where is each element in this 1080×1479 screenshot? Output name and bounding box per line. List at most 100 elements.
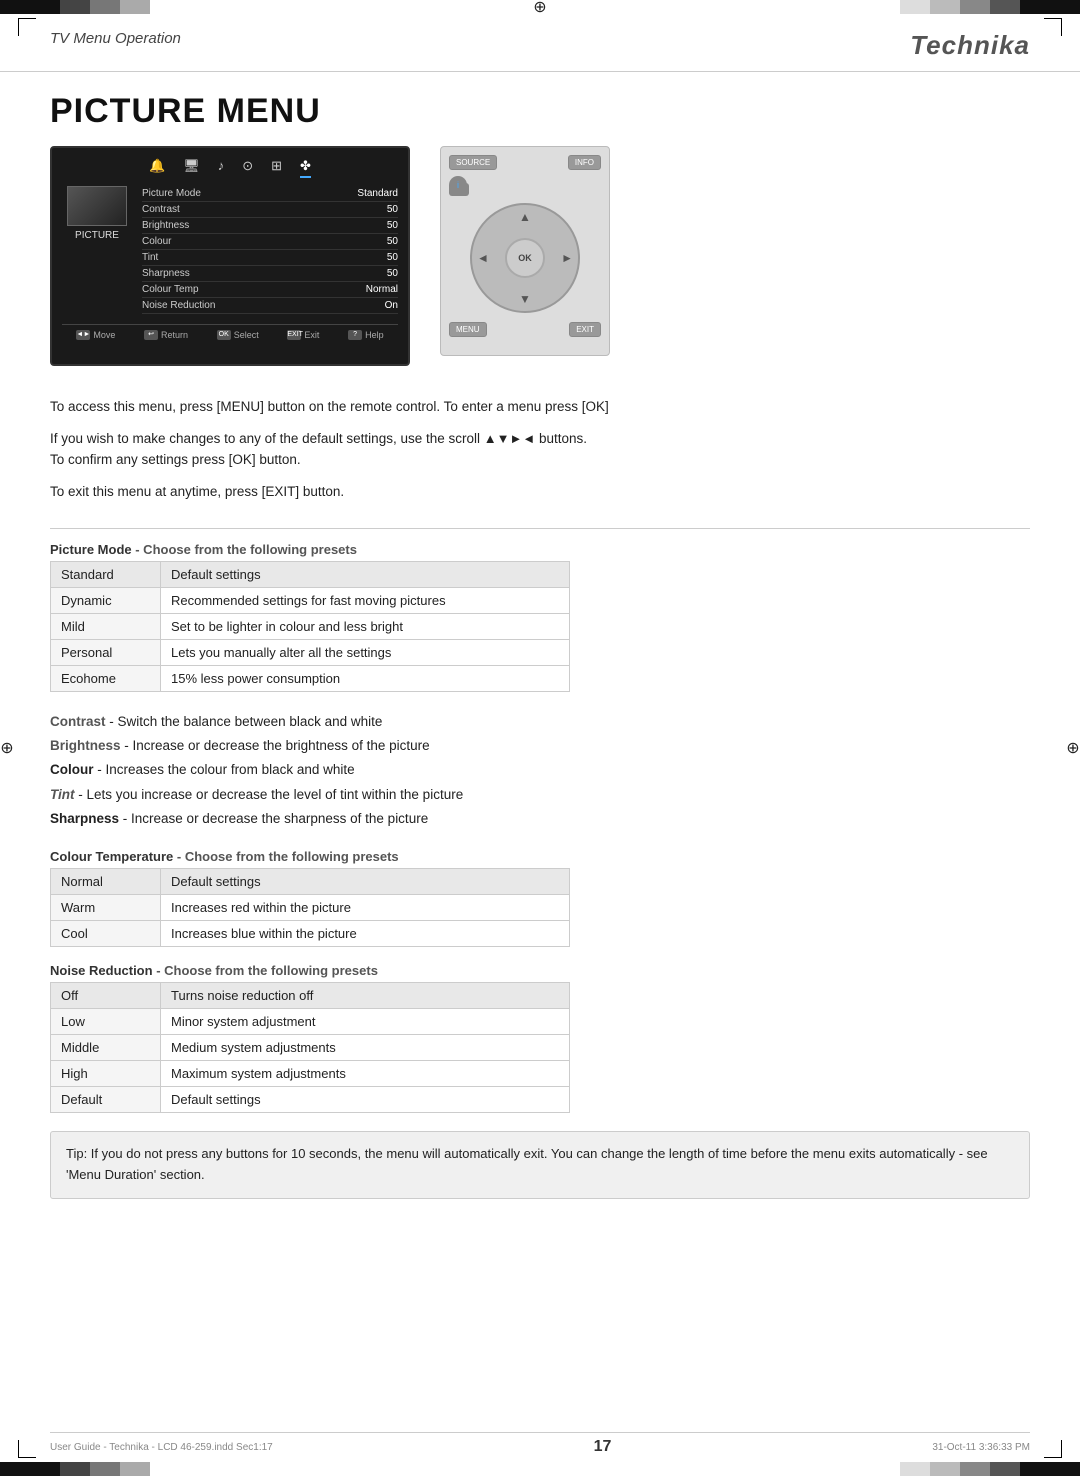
table-cell-key: Middle <box>51 1035 161 1061</box>
table-cell-value: Minor system adjustment <box>161 1009 570 1035</box>
colour-temp-header: Colour Temperature - Choose from the fol… <box>50 849 1030 864</box>
menu-icon-music: ♪ <box>218 158 225 178</box>
picture-mode-table: Standard Default settings Dynamic Recomm… <box>50 561 570 692</box>
menu-row-sharpness: Sharpness 50 <box>142 266 398 282</box>
header-subtitle: TV Menu Operation <box>50 30 181 47</box>
noise-reduction-table: Off Turns noise reduction off Low Minor … <box>50 982 570 1113</box>
desc-sharpness: Sharpness - Increase or decrease the sha… <box>50 807 1030 831</box>
menu-row-tint: Tint 50 <box>142 250 398 266</box>
corner-mark-tl <box>18 18 36 36</box>
corner-mark-br <box>1044 1440 1062 1458</box>
table-cell-value: Increases red within the picture <box>161 895 570 921</box>
noise-reduction-section: Noise Reduction - Choose from the follow… <box>0 955 1080 1121</box>
menu-bottom-bar: ◄► Move ↩ Return OK Select EXIT Exit ? H… <box>62 324 398 340</box>
menu-icon-picture: 🔔 <box>149 158 165 178</box>
table-row: Normal Default settings <box>51 869 570 895</box>
i-button: i <box>449 176 467 194</box>
menu-row-contrast: Contrast 50 <box>142 202 398 218</box>
remote-control-mockup: SOURCE INFO AV i ▲ ▼ ◄ ► OK MENU EXIT <box>440 146 610 356</box>
table-cell-value: Turns noise reduction off <box>161 983 570 1009</box>
menu-btn-help: ? Help <box>348 330 384 340</box>
menu-row-brightness: Brightness 50 <box>142 218 398 234</box>
table-cell-key: Mild <box>51 613 161 639</box>
remote-bottom-buttons: MENU EXIT <box>449 322 601 337</box>
table-cell-value: Set to be lighter in colour and less bri… <box>161 613 570 639</box>
menu-icon-tv: 🖥 <box>183 158 200 178</box>
instructions-section: To access this menu, press [MENU] button… <box>0 386 1080 523</box>
print-marks-bottom <box>0 1462 1080 1476</box>
table-row: Standard Default settings <box>51 561 570 587</box>
footer-right: 31-Oct-11 3:36:33 PM <box>932 1442 1030 1453</box>
menu-picture-label: PICTURE <box>75 230 119 241</box>
nav-left-arrow: ◄ <box>477 251 489 265</box>
table-row: Ecohome 15% less power consumption <box>51 665 570 691</box>
table-cell-key: Default <box>51 1087 161 1113</box>
table-cell-key: Normal <box>51 869 161 895</box>
instruction-line2: If you wish to make changes to any of th… <box>50 428 1030 471</box>
menu-icons-row: 🔔 🖥 ♪ ⊙ ⊞ ✤ <box>62 158 398 178</box>
table-cell-key: Low <box>51 1009 161 1035</box>
menu-icon-settings: ✤ <box>300 158 311 178</box>
remote-top-buttons: SOURCE INFO <box>449 155 601 170</box>
ok-button: OK <box>505 238 545 278</box>
table-cell-value: Default settings <box>161 561 570 587</box>
table-cell-value: 15% less power consumption <box>161 665 570 691</box>
source-button: SOURCE <box>449 155 497 170</box>
instruction-line4: To exit this menu at anytime, press [EXI… <box>50 481 1030 503</box>
table-cell-value: Lets you manually alter all the settings <box>161 639 570 665</box>
table-row: Cool Increases blue within the picture <box>51 921 570 947</box>
desc-contrast: Contrast - Switch the balance between bl… <box>50 710 1030 734</box>
section-divider-1 <box>50 528 1030 529</box>
corner-mark-tr <box>1044 18 1062 36</box>
table-row: Mild Set to be lighter in colour and les… <box>51 613 570 639</box>
remote-exit-button: EXIT <box>569 322 601 337</box>
table-row: Default Default settings <box>51 1087 570 1113</box>
brand-logo: Technika <box>910 30 1030 61</box>
colour-temp-table: Normal Default settings Warm Increases r… <box>50 868 570 947</box>
noise-reduction-header: Noise Reduction - Choose from the follow… <box>50 963 1030 978</box>
menu-left-panel: PICTURE <box>62 186 132 314</box>
table-cell-value: Default settings <box>161 869 570 895</box>
help-icon: ? <box>348 330 362 340</box>
nav-right-arrow: ► <box>561 251 573 265</box>
table-cell-key: Cool <box>51 921 161 947</box>
table-row: Low Minor system adjustment <box>51 1009 570 1035</box>
corner-mark-bl <box>18 1440 36 1458</box>
table-cell-key: High <box>51 1061 161 1087</box>
right-registration-mark: ⊕ <box>1066 738 1080 758</box>
table-cell-value: Medium system adjustments <box>161 1035 570 1061</box>
table-cell-key: Personal <box>51 639 161 665</box>
colour-temp-section: Colour Temperature - Choose from the fol… <box>0 841 1080 955</box>
table-row: Dynamic Recommended settings for fast mo… <box>51 587 570 613</box>
table-cell-key: Ecohome <box>51 665 161 691</box>
remote-panel: SOURCE INFO AV i ▲ ▼ ◄ ► OK MENU EXIT <box>440 146 610 356</box>
page-footer: User Guide - Technika - LCD 46-259.indd … <box>50 1432 1030 1456</box>
screenshots-area: 🔔 🖥 ♪ ⊙ ⊞ ✤ PICTURE Picture Mode Standar… <box>0 146 1080 366</box>
desc-tint: Tint - Lets you increase or decrease the… <box>50 783 1030 807</box>
table-row: Middle Medium system adjustments <box>51 1035 570 1061</box>
desc-colour: Colour - Increases the colour from black… <box>50 758 1030 782</box>
menu-row-colour: Colour 50 <box>142 234 398 250</box>
table-cell-value: Default settings <box>161 1087 570 1113</box>
page-title-section: PICTURE MENU <box>0 72 1080 146</box>
picture-mode-header: Picture Mode - Choose from the following… <box>50 542 1030 557</box>
table-cell-key: Dynamic <box>51 587 161 613</box>
table-row: Warm Increases red within the picture <box>51 895 570 921</box>
table-row: Off Turns noise reduction off <box>51 983 570 1009</box>
table-cell-key: Off <box>51 983 161 1009</box>
scroll-arrows: ▲▼►◄ <box>484 429 535 450</box>
table-row: High Maximum system adjustments <box>51 1061 570 1087</box>
table-cell-value: Increases blue within the picture <box>161 921 570 947</box>
table-row: Personal Lets you manually alter all the… <box>51 639 570 665</box>
menu-icon-grid: ⊞ <box>271 158 282 178</box>
table-cell-key: Standard <box>51 561 161 587</box>
move-icon: ◄► <box>76 330 90 340</box>
nav-down-arrow: ▼ <box>519 292 531 306</box>
menu-btn-return: ↩ Return <box>144 330 188 340</box>
tip-box: Tip: If you do not press any buttons for… <box>50 1131 1030 1199</box>
menu-row-colour-temp: Colour Temp Normal <box>142 282 398 298</box>
descriptions-section: Contrast - Switch the balance between bl… <box>0 700 1080 841</box>
menu-btn-move: ◄► Move <box>76 330 115 340</box>
table-cell-value: Recommended settings for fast moving pic… <box>161 587 570 613</box>
menu-icon-circle: ⊙ <box>242 158 253 178</box>
